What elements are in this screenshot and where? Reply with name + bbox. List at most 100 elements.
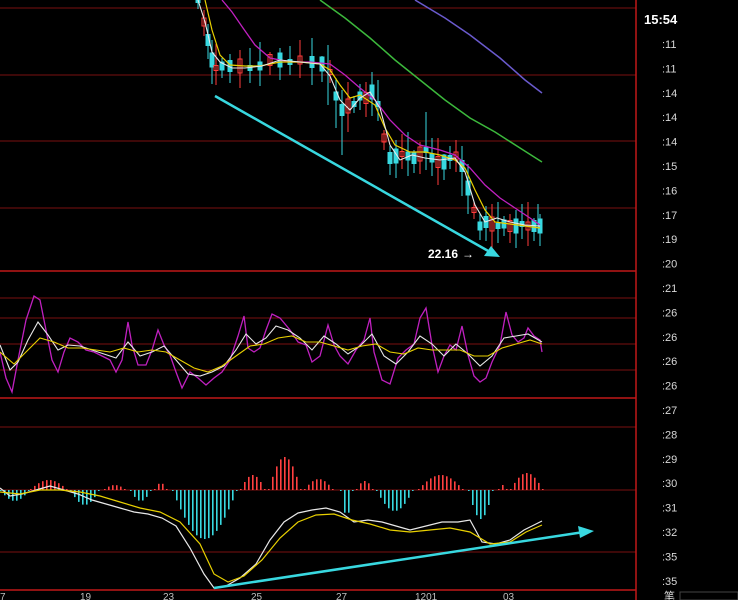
macd-histogram-bar <box>434 476 436 490</box>
candle-body <box>429 153 435 163</box>
macd-histogram-bar <box>422 485 424 490</box>
macd-histogram-bar <box>392 490 394 511</box>
panel-footer-label[interactable]: 笔 <box>664 589 675 600</box>
tick-time-entry: :35 <box>662 551 677 563</box>
macd-histogram-bar <box>484 490 486 516</box>
tick-time-entry: :14 <box>662 137 677 149</box>
macd-histogram-bar <box>272 476 274 490</box>
macd-histogram-bar <box>418 489 420 490</box>
macd-histogram-bar <box>340 490 342 491</box>
macd-histogram-bar <box>292 466 294 490</box>
tick-time-entry: :31 <box>662 503 677 515</box>
macd-histogram-bar <box>450 478 452 490</box>
macd-histogram-bar <box>184 490 186 518</box>
macd-histogram-bar <box>538 482 540 490</box>
candle-body <box>209 52 215 68</box>
macd-histogram-bar <box>506 489 508 490</box>
stock-chart[interactable]: 22.16 → 7 19 23 25 27 1201 03 15:54 :11:… <box>0 0 738 600</box>
macd-histogram-bar <box>468 490 470 491</box>
macd-histogram-bar <box>212 490 214 536</box>
macd-histogram-bar <box>492 490 494 491</box>
tick-time-entry: :26 <box>662 381 677 393</box>
macd-histogram-bar <box>28 490 30 491</box>
x-tick-label: 27 <box>336 592 348 600</box>
macd-histogram-bar <box>372 489 374 490</box>
tick-time-entry: :14 <box>662 112 677 124</box>
macd-histogram-bar <box>120 486 122 490</box>
macd-histogram-bar <box>154 489 156 490</box>
macd-histogram-bar <box>510 489 512 490</box>
tick-time-entry: :30 <box>662 478 677 490</box>
macd-histogram-bar <box>380 490 382 498</box>
macd-histogram-bar <box>112 485 114 490</box>
macd-histogram-bar <box>244 482 246 490</box>
macd-histogram-bar <box>138 490 140 501</box>
tick-time-entry: :14 <box>662 88 677 100</box>
macd-histogram-bar <box>66 489 68 490</box>
macd-histogram-bar <box>304 489 306 490</box>
x-tick-label: 19 <box>80 592 92 600</box>
macd-histogram-bar <box>522 474 524 490</box>
macd-histogram-bar <box>376 490 378 491</box>
macd-histogram-bar <box>208 490 210 539</box>
macd-histogram-bar <box>320 479 322 490</box>
tick-time-entry: :28 <box>662 429 677 441</box>
macd-histogram-bar <box>426 481 428 490</box>
tick-time-entry: :29 <box>662 454 677 466</box>
macd-histogram-bar <box>364 481 366 490</box>
macd-histogram-bar <box>50 480 52 490</box>
tick-time-list: :11:11:14:14:14:15:16:17:19:20:21:26:26:… <box>662 39 677 588</box>
macd-histogram-bar <box>46 480 48 490</box>
candle-body <box>477 221 483 231</box>
macd-histogram-bar <box>172 490 174 491</box>
macd-histogram-bar <box>498 489 500 490</box>
x-tick-label: 1201 <box>415 592 438 600</box>
macd-histogram-bar <box>130 490 132 491</box>
macd-histogram-bar <box>288 459 290 490</box>
low-price-annotation: 22.16 <box>428 247 458 261</box>
macd-histogram-bar <box>488 490 490 505</box>
macd-histogram-bar <box>308 484 310 490</box>
tick-time-entry: :11 <box>662 63 676 75</box>
tick-time-entry: :15 <box>662 161 677 173</box>
x-tick-label: 23 <box>163 592 175 600</box>
macd-histogram-bar <box>408 490 410 498</box>
macd-histogram-bar <box>166 489 168 490</box>
tick-time-entry: :27 <box>662 405 677 417</box>
macd-histogram-bar <box>196 490 198 536</box>
macd-histogram-bar <box>252 475 254 490</box>
macd-histogram-bar <box>502 485 504 490</box>
clock-time: 15:54 <box>644 12 678 27</box>
tick-time-entry: :20 <box>662 259 677 271</box>
macd-histogram-bar <box>176 490 178 501</box>
macd-histogram-bar <box>34 485 36 490</box>
macd-histogram-bar <box>476 490 478 516</box>
macd-histogram-bar <box>276 466 278 490</box>
macd-histogram-bar <box>412 490 414 491</box>
x-tick-label: 7 <box>0 592 6 600</box>
macd-histogram-bar <box>534 477 536 490</box>
macd-histogram-bar <box>388 490 390 509</box>
macd-histogram-bar <box>248 476 250 490</box>
macd-histogram-bar <box>280 459 282 490</box>
macd-histogram-bar <box>526 473 528 490</box>
candle-body <box>495 223 501 229</box>
macd-histogram-bar <box>454 481 456 490</box>
macd-histogram-bar <box>542 489 544 490</box>
tick-time-entry: :26 <box>662 332 677 344</box>
macd-histogram-bar <box>30 489 32 490</box>
macd-histogram-bar <box>256 476 258 490</box>
macd-histogram-bar <box>236 490 238 491</box>
macd-histogram-bar <box>158 483 160 490</box>
tick-time-entry: :17 <box>662 210 677 222</box>
macd-histogram-bar <box>356 489 358 490</box>
candle-body <box>513 218 519 234</box>
tick-time-entry: :21 <box>662 283 677 295</box>
macd-histogram-bar <box>0 490 2 491</box>
macd-histogram-bar <box>300 489 302 490</box>
macd-histogram-bar <box>396 490 398 511</box>
macd-histogram-bar <box>108 486 110 490</box>
macd-histogram-bar <box>192 490 194 531</box>
macd-histogram-bar <box>518 477 520 490</box>
macd-histogram-bar <box>216 490 218 531</box>
